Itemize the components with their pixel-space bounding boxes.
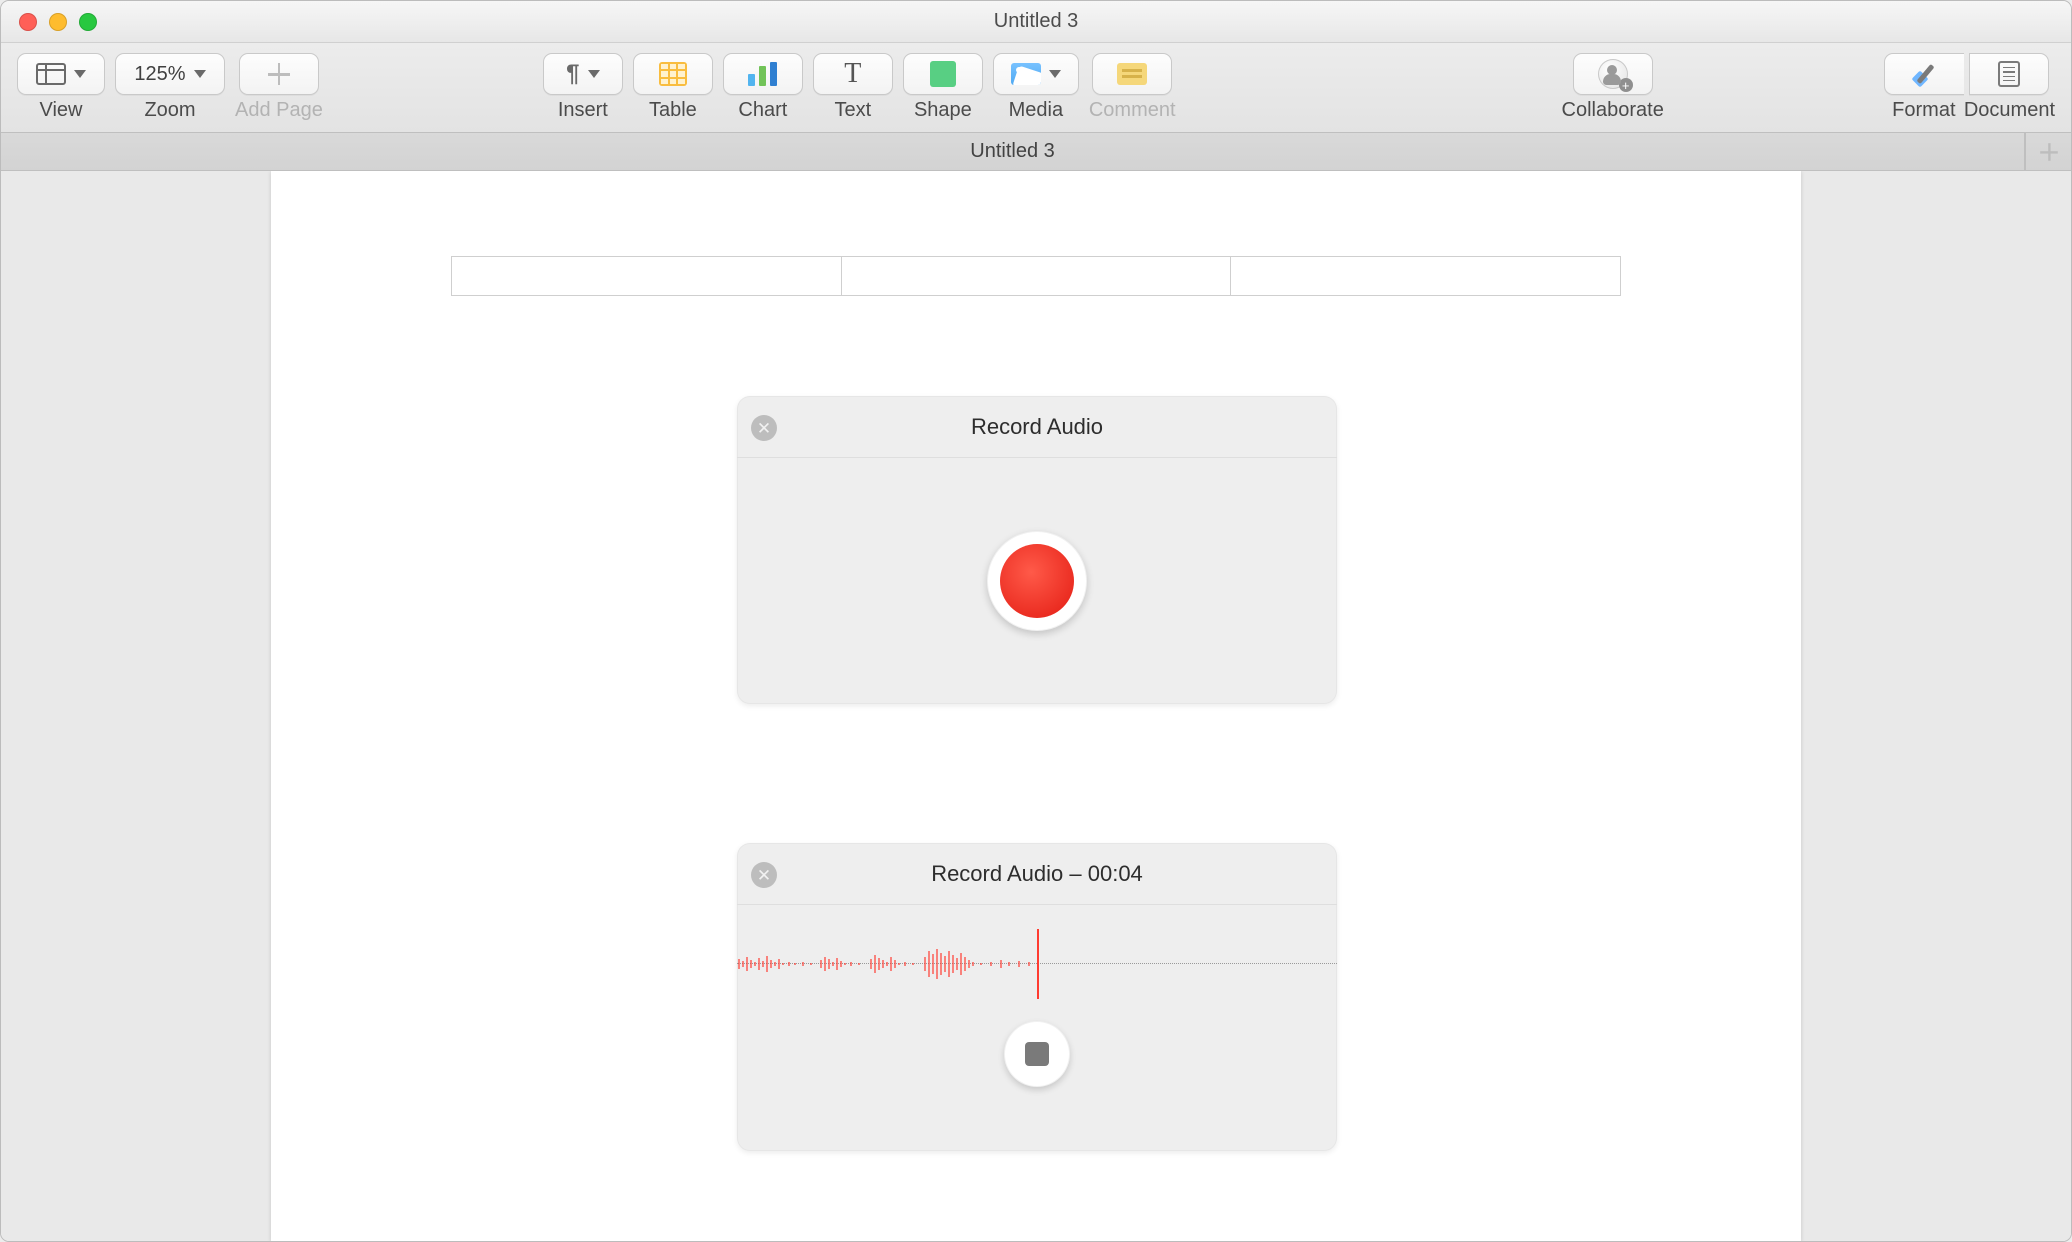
- document-button[interactable]: [1969, 53, 2049, 95]
- media-label: Media: [1009, 99, 1063, 122]
- media-icon: [1011, 63, 1041, 85]
- canvas-area[interactable]: ✕ Record Audio ✕ Record Audio – 00:04: [1, 171, 2071, 1241]
- traffic-lights: [19, 13, 97, 31]
- table-group: Table: [633, 53, 713, 122]
- inserted-table[interactable]: [451, 256, 1621, 296]
- shape-group: Shape: [903, 53, 983, 122]
- panel-title: Record Audio: [971, 414, 1103, 440]
- table-button[interactable]: [633, 53, 713, 95]
- format-button[interactable]: [1884, 53, 1964, 95]
- plus-icon: [268, 63, 290, 85]
- title-bar: Untitled 3: [1, 1, 2071, 43]
- text-label: Text: [835, 99, 872, 122]
- plus-icon: [2040, 143, 2058, 161]
- shape-icon: [930, 61, 956, 87]
- close-window-button[interactable]: [19, 13, 37, 31]
- add-tab-button[interactable]: [2025, 133, 2071, 170]
- media-group: Media: [993, 53, 1079, 122]
- collaborate-label: Collaborate: [1562, 99, 1664, 122]
- comment-icon: [1117, 63, 1147, 85]
- panel-header: ✕ Record Audio – 00:04: [737, 843, 1337, 905]
- view-button[interactable]: [17, 53, 105, 95]
- collaborate-button[interactable]: +: [1573, 53, 1653, 95]
- chevron-down-icon: [194, 70, 206, 78]
- table-icon: [659, 62, 687, 86]
- chart-group: Chart: [723, 53, 803, 122]
- add-page-label: Add Page: [235, 99, 323, 122]
- inspector-segment: Format Document: [1884, 53, 2055, 122]
- document-tab-label: Untitled 3: [970, 140, 1055, 163]
- panel-header: ✕ Record Audio: [737, 396, 1337, 458]
- close-panel-button[interactable]: ✕: [751, 862, 777, 888]
- chevron-down-icon: [588, 70, 600, 78]
- document-tab-bar: Untitled 3: [1, 133, 2071, 171]
- panel-body: [737, 905, 1337, 1151]
- waveform: [737, 929, 1037, 999]
- zoom-window-button[interactable]: [79, 13, 97, 31]
- minimize-window-button[interactable]: [49, 13, 67, 31]
- insert-group: ¶ Insert: [543, 53, 623, 122]
- waveform-track[interactable]: [737, 929, 1337, 999]
- close-icon: ✕: [757, 867, 771, 884]
- collaborate-icon: +: [1598, 59, 1628, 89]
- format-group: Format: [1884, 53, 1964, 122]
- chevron-down-icon: [1049, 70, 1061, 78]
- zoom-value: 125%: [134, 63, 185, 86]
- media-button[interactable]: [993, 53, 1079, 95]
- close-icon: ✕: [757, 420, 771, 437]
- document-group: Document: [1964, 53, 2055, 122]
- format-label: Format: [1892, 99, 1955, 122]
- record-audio-panel-recording: ✕ Record Audio – 00:04: [737, 843, 1337, 1151]
- table-cell[interactable]: [452, 257, 842, 295]
- document-page[interactable]: ✕ Record Audio ✕ Record Audio – 00:04: [271, 171, 1801, 1241]
- table-cell[interactable]: [1231, 257, 1620, 295]
- chart-icon: [748, 62, 777, 86]
- comment-group: Comment: [1089, 53, 1176, 122]
- playhead[interactable]: [1037, 929, 1039, 999]
- insert-button[interactable]: ¶: [543, 53, 623, 95]
- zoom-button[interactable]: 125%: [115, 53, 225, 95]
- table-cell[interactable]: [842, 257, 1232, 295]
- view-label: View: [40, 99, 83, 122]
- view-group: View: [17, 53, 105, 122]
- document-tab[interactable]: Untitled 3: [1, 133, 2025, 170]
- comment-button[interactable]: [1092, 53, 1172, 95]
- app-window: Untitled 3 View 125% Zoom Add Page: [0, 0, 2072, 1242]
- window-title: Untitled 3: [994, 10, 1079, 33]
- text-icon: T: [844, 58, 861, 90]
- chart-button[interactable]: [723, 53, 803, 95]
- text-button[interactable]: T: [813, 53, 893, 95]
- comment-label: Comment: [1089, 99, 1176, 122]
- collaborate-group: + Collaborate: [1562, 53, 1664, 122]
- panel-body: [737, 458, 1337, 704]
- zoom-group: 125% Zoom: [115, 53, 225, 122]
- record-audio-panel-idle: ✕ Record Audio: [737, 396, 1337, 704]
- pilcrow-icon: ¶: [566, 60, 579, 88]
- add-page-button[interactable]: [239, 53, 319, 95]
- panel-title: Record Audio – 00:04: [931, 861, 1143, 887]
- insert-label: Insert: [558, 99, 608, 122]
- shape-label: Shape: [914, 99, 972, 122]
- chart-label: Chart: [738, 99, 787, 122]
- document-label: Document: [1964, 99, 2055, 122]
- view-icon: [36, 63, 66, 85]
- chevron-down-icon: [74, 70, 86, 78]
- shape-button[interactable]: [903, 53, 983, 95]
- toolbar: View 125% Zoom Add Page ¶ Insert: [1, 43, 2071, 133]
- close-panel-button[interactable]: ✕: [751, 415, 777, 441]
- record-icon: [1000, 544, 1074, 618]
- format-icon: [1911, 61, 1937, 87]
- document-icon: [1998, 61, 2020, 87]
- zoom-label: Zoom: [144, 99, 195, 122]
- text-group: T Text: [813, 53, 893, 122]
- stop-button[interactable]: [1004, 1021, 1070, 1087]
- record-button[interactable]: [987, 531, 1087, 631]
- stop-icon: [1025, 1042, 1049, 1066]
- table-label: Table: [649, 99, 697, 122]
- add-page-group: Add Page: [235, 53, 323, 122]
